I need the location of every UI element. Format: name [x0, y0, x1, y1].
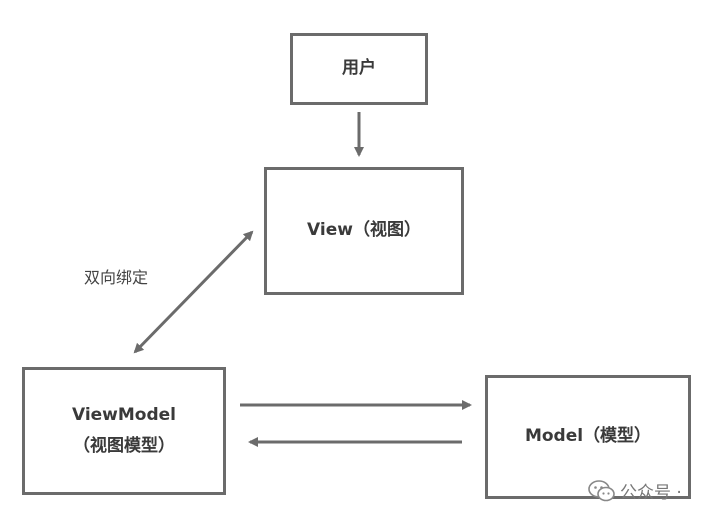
mvvm-diagram: 用户 View（视图） ViewModel （视图模型） Model（模型） 双…: [0, 0, 726, 516]
wechat-icon: [588, 479, 615, 501]
binding-label: 双向绑定: [84, 268, 149, 287]
user-node: 用户: [290, 33, 428, 105]
watermark: 公众号 ·: [588, 478, 682, 503]
watermark-text: 公众号 ·: [620, 483, 682, 503]
view-label: View（视图）: [307, 220, 421, 241]
user-label: 用户: [342, 58, 376, 79]
arrow-binding: [133, 230, 254, 354]
viewmodel-label-line2: （视图模型）: [73, 436, 175, 456]
viewmodel-node: ViewModel （视图模型）: [22, 367, 226, 495]
viewmodel-label-line1: ViewModel: [71, 404, 177, 425]
model-label: Model（模型）: [524, 426, 652, 447]
view-node: View（视图）: [264, 167, 464, 295]
